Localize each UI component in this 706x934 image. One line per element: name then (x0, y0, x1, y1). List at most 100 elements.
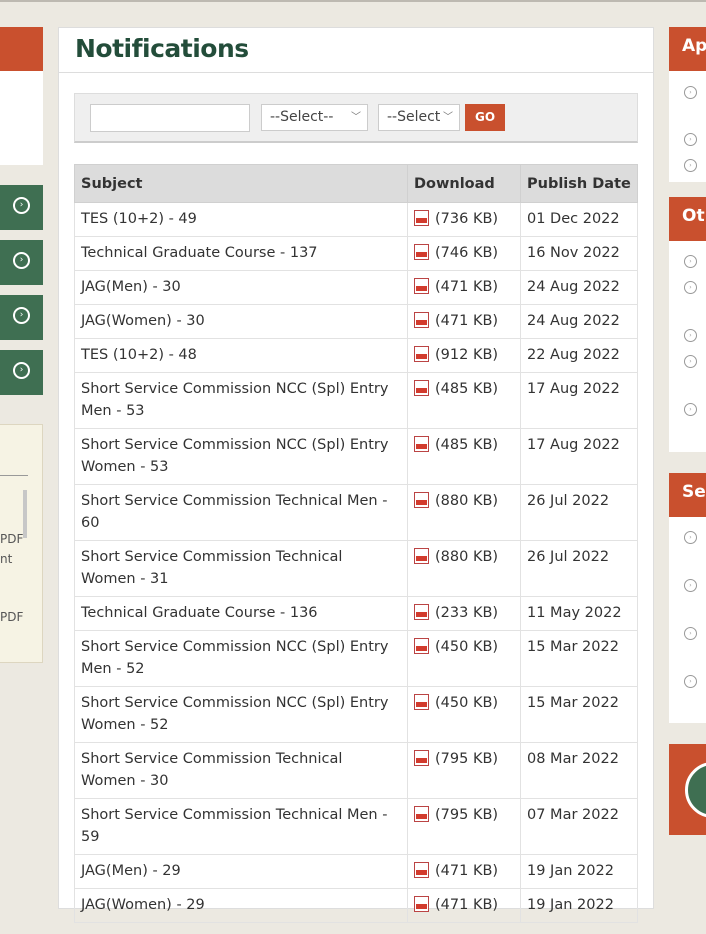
subject-cell[interactable]: Short Service Commission NCC (Spl) Entry… (74, 686, 408, 743)
right-section-header: Ap (669, 27, 706, 71)
left-nav-item[interactable]: › (0, 240, 43, 285)
download-cell[interactable]: (471 KB) (407, 888, 521, 923)
pdf-icon[interactable] (414, 380, 429, 396)
subject-cell[interactable]: Short Service Commission Technical Women… (74, 742, 408, 799)
circle-chevron-right-icon: › (684, 355, 697, 368)
category-select-value: --Select-- (270, 109, 334, 125)
pdf-icon[interactable] (414, 312, 429, 328)
pdf-icon[interactable] (414, 244, 429, 260)
pdf-icon[interactable] (414, 694, 429, 710)
table-row: JAG(Men) - 29 (471 KB) 19 Jan 2022 (74, 854, 638, 889)
left-fragment-text[interactable]: PDF (0, 610, 23, 624)
subject-cell[interactable]: Short Service Commission NCC (Spl) Entry… (74, 630, 408, 687)
right-section-title: Sel (682, 482, 706, 502)
pdf-icon[interactable] (414, 806, 429, 822)
check-badge-icon (685, 762, 706, 818)
circle-chevron-right-icon: › (684, 531, 697, 544)
scrollbar-thumb[interactable] (23, 490, 27, 538)
download-cell[interactable]: (450 KB) (407, 686, 521, 743)
pdf-icon[interactable] (414, 278, 429, 294)
file-size: (471 KB) (435, 313, 499, 329)
subject-cell[interactable]: JAG(Men) - 30 (74, 270, 408, 305)
download-cell[interactable]: (746 KB) (407, 236, 521, 271)
pdf-icon[interactable] (414, 436, 429, 452)
table-row: Short Service Commission Technical Men -… (74, 484, 638, 541)
publish-date-cell: 17 Aug 2022 (520, 428, 638, 485)
pdf-icon[interactable] (414, 548, 429, 564)
download-cell[interactable]: (471 KB) (407, 270, 521, 305)
search-input[interactable] (90, 104, 250, 132)
download-cell[interactable]: (471 KB) (407, 304, 521, 339)
subject-cell[interactable]: TES (10+2) - 49 (74, 202, 408, 237)
pdf-icon[interactable] (414, 346, 429, 362)
download-cell[interactable]: (795 KB) (407, 742, 521, 799)
left-section-header (0, 27, 43, 71)
download-cell[interactable]: (485 KB) (407, 372, 521, 429)
file-size: (450 KB) (435, 639, 499, 655)
chevron-right-icon: › (13, 362, 30, 379)
file-size: (450 KB) (435, 695, 499, 711)
subject-cell[interactable]: JAG(Men) - 29 (74, 854, 408, 889)
table-row: Short Service Commission Technical Women… (74, 540, 638, 597)
go-button[interactable]: GO (465, 104, 505, 131)
file-size: (471 KB) (435, 897, 499, 913)
left-nav-item[interactable]: › (0, 350, 43, 395)
chevron-down-icon: ﹀ (443, 112, 453, 123)
year-select-value: --Select (387, 109, 441, 125)
pdf-icon[interactable] (414, 896, 429, 912)
left-nav-item[interactable]: › (0, 185, 43, 230)
table-row: TES (10+2) - 48 (912 KB) 22 Aug 2022 (74, 338, 638, 373)
left-fragment-text[interactable]: PDF (0, 532, 23, 546)
subject-cell[interactable]: Short Service Commission Technical Women… (74, 540, 408, 597)
left-fragment-text: nt (0, 552, 13, 566)
download-cell[interactable]: (736 KB) (407, 202, 521, 237)
chevron-right-icon: › (13, 197, 30, 214)
download-cell[interactable]: (471 KB) (407, 854, 521, 889)
file-size: (471 KB) (435, 863, 499, 879)
circle-chevron-right-icon: › (684, 329, 697, 342)
year-select[interactable]: --Select ﹀ (378, 104, 460, 131)
pdf-icon[interactable] (414, 604, 429, 620)
circle-chevron-right-icon: › (684, 281, 697, 294)
download-cell[interactable]: (233 KB) (407, 596, 521, 631)
file-size: (485 KB) (435, 381, 499, 397)
publish-date-cell: 19 Jan 2022 (520, 888, 638, 923)
pdf-icon[interactable] (414, 210, 429, 226)
subject-cell[interactable]: Short Service Commission Technical Men -… (74, 798, 408, 855)
right-section-title: Ap (682, 36, 706, 56)
right-section-title: Oth (682, 206, 706, 226)
subject-cell[interactable]: Short Service Commission NCC (Spl) Entry… (74, 428, 408, 485)
left-nav-item[interactable]: › (0, 295, 43, 340)
pdf-icon[interactable] (414, 638, 429, 654)
subject-cell[interactable]: JAG(Women) - 30 (74, 304, 408, 339)
table-row: JAG(Women) - 30 (471 KB) 24 Aug 2022 (74, 304, 638, 339)
pdf-icon[interactable] (414, 492, 429, 508)
publish-date-cell: 24 Aug 2022 (520, 270, 638, 305)
pdf-icon[interactable] (414, 750, 429, 766)
download-cell[interactable]: (912 KB) (407, 338, 521, 373)
publish-date-cell: 22 Aug 2022 (520, 338, 638, 373)
circle-chevron-right-icon: › (684, 86, 697, 99)
subject-cell[interactable]: Short Service Commission Technical Men -… (74, 484, 408, 541)
download-cell[interactable]: (450 KB) (407, 630, 521, 687)
download-cell[interactable]: (880 KB) (407, 540, 521, 597)
pdf-icon[interactable] (414, 862, 429, 878)
subject-cell[interactable]: Technical Graduate Course - 136 (74, 596, 408, 631)
subject-cell[interactable]: TES (10+2) - 48 (74, 338, 408, 373)
subject-cell[interactable]: Short Service Commission NCC (Spl) Entry… (74, 372, 408, 429)
top-border (0, 0, 706, 2)
left-section-body (0, 71, 43, 165)
table-row: TES (10+2) - 49 (736 KB) 01 Dec 2022 (74, 202, 638, 237)
subject-cell[interactable]: Technical Graduate Course - 137 (74, 236, 408, 271)
left-scroll-box: PDF nt PDF (0, 424, 43, 663)
table-row: JAG(Women) - 29 (471 KB) 19 Jan 2022 (74, 888, 638, 923)
right-banner[interactable] (669, 744, 706, 835)
category-select[interactable]: --Select-- ﹀ (261, 104, 368, 131)
publish-date-cell: 07 Mar 2022 (520, 798, 638, 855)
publish-date-cell: 15 Mar 2022 (520, 630, 638, 687)
subject-cell[interactable]: JAG(Women) - 29 (74, 888, 408, 923)
circle-chevron-right-icon: › (684, 579, 697, 592)
download-cell[interactable]: (880 KB) (407, 484, 521, 541)
download-cell[interactable]: (795 KB) (407, 798, 521, 855)
download-cell[interactable]: (485 KB) (407, 428, 521, 485)
